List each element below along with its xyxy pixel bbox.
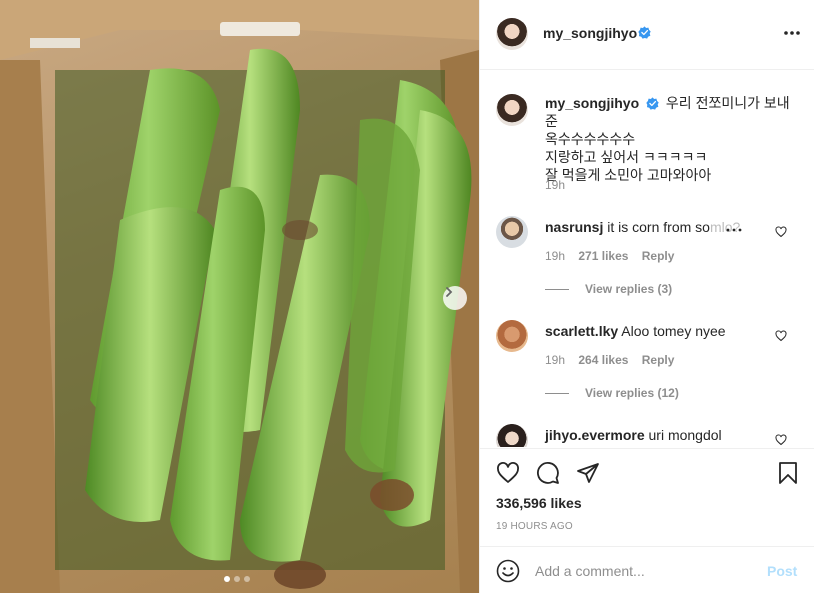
- more-options-icon[interactable]: [782, 26, 802, 40]
- caption-author-avatar[interactable]: [496, 94, 528, 126]
- comment-body: nasrunsj it is corn from somlo?: [545, 218, 740, 236]
- comment-timestamp[interactable]: 19h: [545, 353, 565, 367]
- commenter-avatar[interactable]: [496, 320, 528, 352]
- comment-body: jihyo.evermore uri mongdol: [545, 426, 722, 444]
- reply-button[interactable]: Reply: [642, 249, 675, 263]
- chevron-right-icon: [446, 287, 453, 297]
- post-time[interactable]: 19 HOURS AGO: [496, 521, 573, 532]
- comment-input[interactable]: [535, 559, 755, 583]
- post-details-panel: my_songjihyo my_songjihyo 우리 전쪼미니가 보내준 옥…: [479, 0, 814, 593]
- next-slide-button[interactable]: [443, 286, 467, 310]
- view-replies-button[interactable]: View replies (12): [545, 386, 679, 400]
- post-actions: 336,596 likes 19 HOURS AGO: [480, 448, 814, 546]
- comment-options-icon[interactable]: [726, 227, 742, 233]
- comment-meta: 19h 264 likes Reply: [545, 353, 674, 367]
- carousel-dot-active: [224, 576, 230, 582]
- comment-text: Aloo tomey nyee: [621, 323, 726, 339]
- comment-like-icon[interactable]: [775, 434, 787, 446]
- caption-line-2: 옥수수수수수수: [545, 131, 636, 147]
- corn-photo-illustration: [0, 0, 479, 593]
- comment-timestamp[interactable]: 19h: [545, 249, 565, 263]
- post-comment-button[interactable]: Post: [767, 563, 797, 579]
- replies-divider: [545, 393, 569, 395]
- commenter-username[interactable]: nasrunsj: [545, 219, 603, 235]
- post-header: my_songjihyo: [480, 0, 814, 70]
- reply-button[interactable]: Reply: [642, 353, 675, 367]
- caption-author-username[interactable]: my_songjihyo: [545, 95, 639, 111]
- caption-line-3: 지랑하고 싶어서 ㅋㅋㅋㅋㅋ: [545, 149, 708, 165]
- commenter-username[interactable]: jihyo.evermore: [545, 427, 645, 443]
- view-replies-label: View replies (12): [585, 386, 679, 400]
- caption: my_songjihyo 우리 전쪼미니가 보내준 옥수수수수수수 지랑하고 싶…: [545, 94, 795, 184]
- comments-list[interactable]: my_songjihyo 우리 전쪼미니가 보내준 옥수수수수수수 지랑하고 싶…: [480, 71, 814, 447]
- view-replies-button[interactable]: View replies (3): [545, 282, 672, 296]
- comment-likes[interactable]: 264 likes: [578, 353, 628, 367]
- carousel-dot: [244, 576, 250, 582]
- view-replies-label: View replies (3): [585, 282, 673, 296]
- comment-text: it is corn from so: [607, 219, 710, 235]
- smiley-icon[interactable]: [496, 559, 520, 583]
- comment-likes[interactable]: 271 likes: [578, 249, 628, 263]
- comment-body: scarlett.lky Aloo tomey nyee: [545, 322, 726, 340]
- comment-text: uri mongdol: [648, 427, 722, 443]
- comment-like-icon[interactable]: [775, 226, 787, 238]
- author-avatar[interactable]: [496, 18, 528, 50]
- comment-like-icon[interactable]: [775, 330, 787, 342]
- comment-bubble-icon[interactable]: [536, 461, 560, 485]
- heart-icon[interactable]: [496, 461, 520, 485]
- carousel-indicator: [224, 576, 250, 582]
- caption-timestamp[interactable]: 19h: [545, 178, 565, 192]
- likes-count[interactable]: 336,596 likes: [496, 495, 582, 511]
- carousel-dot: [234, 576, 240, 582]
- caption-line-4: 잘 먹을게 소민아 고마와아아: [545, 167, 712, 183]
- verified-badge-icon: [646, 97, 659, 110]
- author-username[interactable]: my_songjihyo: [543, 25, 637, 41]
- bookmark-icon[interactable]: [776, 461, 800, 485]
- commenter-username[interactable]: scarlett.lky: [545, 323, 618, 339]
- verified-badge-icon: [638, 26, 651, 39]
- comment-meta: 19h 271 likes Reply: [545, 249, 674, 263]
- commenter-avatar[interactable]: [496, 424, 528, 447]
- replies-divider: [545, 289, 569, 291]
- commenter-avatar[interactable]: [496, 216, 528, 248]
- paper-plane-icon[interactable]: [576, 461, 600, 485]
- add-comment-bar: Post: [480, 546, 814, 593]
- post-photo[interactable]: [0, 0, 479, 593]
